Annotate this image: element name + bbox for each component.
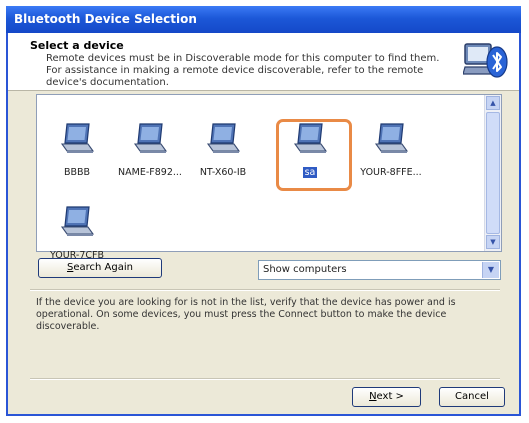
next-button[interactable]: Next > bbox=[352, 387, 421, 407]
laptop-icon bbox=[355, 122, 427, 160]
device-label: NAME-F892... bbox=[118, 167, 182, 178]
device-item[interactable]: YOUR-8FFE... bbox=[355, 122, 427, 179]
title-bar: Bluetooth Device Selection bbox=[6, 6, 521, 33]
info-text: If the device you are looking for is not… bbox=[36, 297, 456, 332]
selection-highlight bbox=[276, 119, 352, 191]
header-title: Select a device bbox=[30, 39, 124, 52]
chevron-down-icon[interactable]: ▼ bbox=[482, 262, 499, 278]
search-again-button[interactable]: Search Again bbox=[38, 258, 162, 278]
device-label: NT-X60-IB bbox=[199, 167, 247, 178]
scroll-down-icon[interactable]: ▼ bbox=[486, 235, 500, 249]
scroll-up-icon[interactable]: ▲ bbox=[486, 96, 500, 110]
device-label: BBBB bbox=[63, 167, 91, 178]
window-title: Bluetooth Device Selection bbox=[14, 12, 197, 26]
dialog-window: Bluetooth Device Selection Select a devi… bbox=[6, 6, 521, 416]
cancel-button[interactable]: Cancel bbox=[439, 387, 505, 407]
scrollbar[interactable]: ▲ ▼ bbox=[484, 95, 501, 251]
device-label: YOUR-8FFE... bbox=[360, 167, 422, 178]
device-item[interactable]: BBBB bbox=[41, 122, 113, 179]
filter-value: Show computers bbox=[263, 264, 347, 275]
header-description: Remote devices must be in Discoverable m… bbox=[46, 53, 440, 88]
bluetooth-computer-icon bbox=[463, 43, 508, 78]
divider bbox=[30, 289, 500, 291]
device-filter-select[interactable]: Show computers ▼ bbox=[258, 260, 501, 280]
device-list[interactable]: BBBB NAME-F892... NT-X60-IB sa YOUR-8FFE… bbox=[36, 94, 502, 261]
laptop-icon bbox=[41, 122, 113, 160]
device-item[interactable]: NT-X60-IB bbox=[187, 122, 259, 179]
scroll-thumb[interactable] bbox=[486, 112, 500, 234]
device-item[interactable]: NAME-F892... bbox=[114, 122, 186, 179]
laptop-icon bbox=[114, 122, 186, 160]
device-item[interactable]: YOUR-7CFB bbox=[41, 205, 113, 262]
divider bbox=[30, 378, 500, 380]
header-panel: Select a device Remote devices must be i… bbox=[8, 33, 519, 91]
laptop-icon bbox=[41, 205, 113, 243]
laptop-icon bbox=[187, 122, 259, 160]
